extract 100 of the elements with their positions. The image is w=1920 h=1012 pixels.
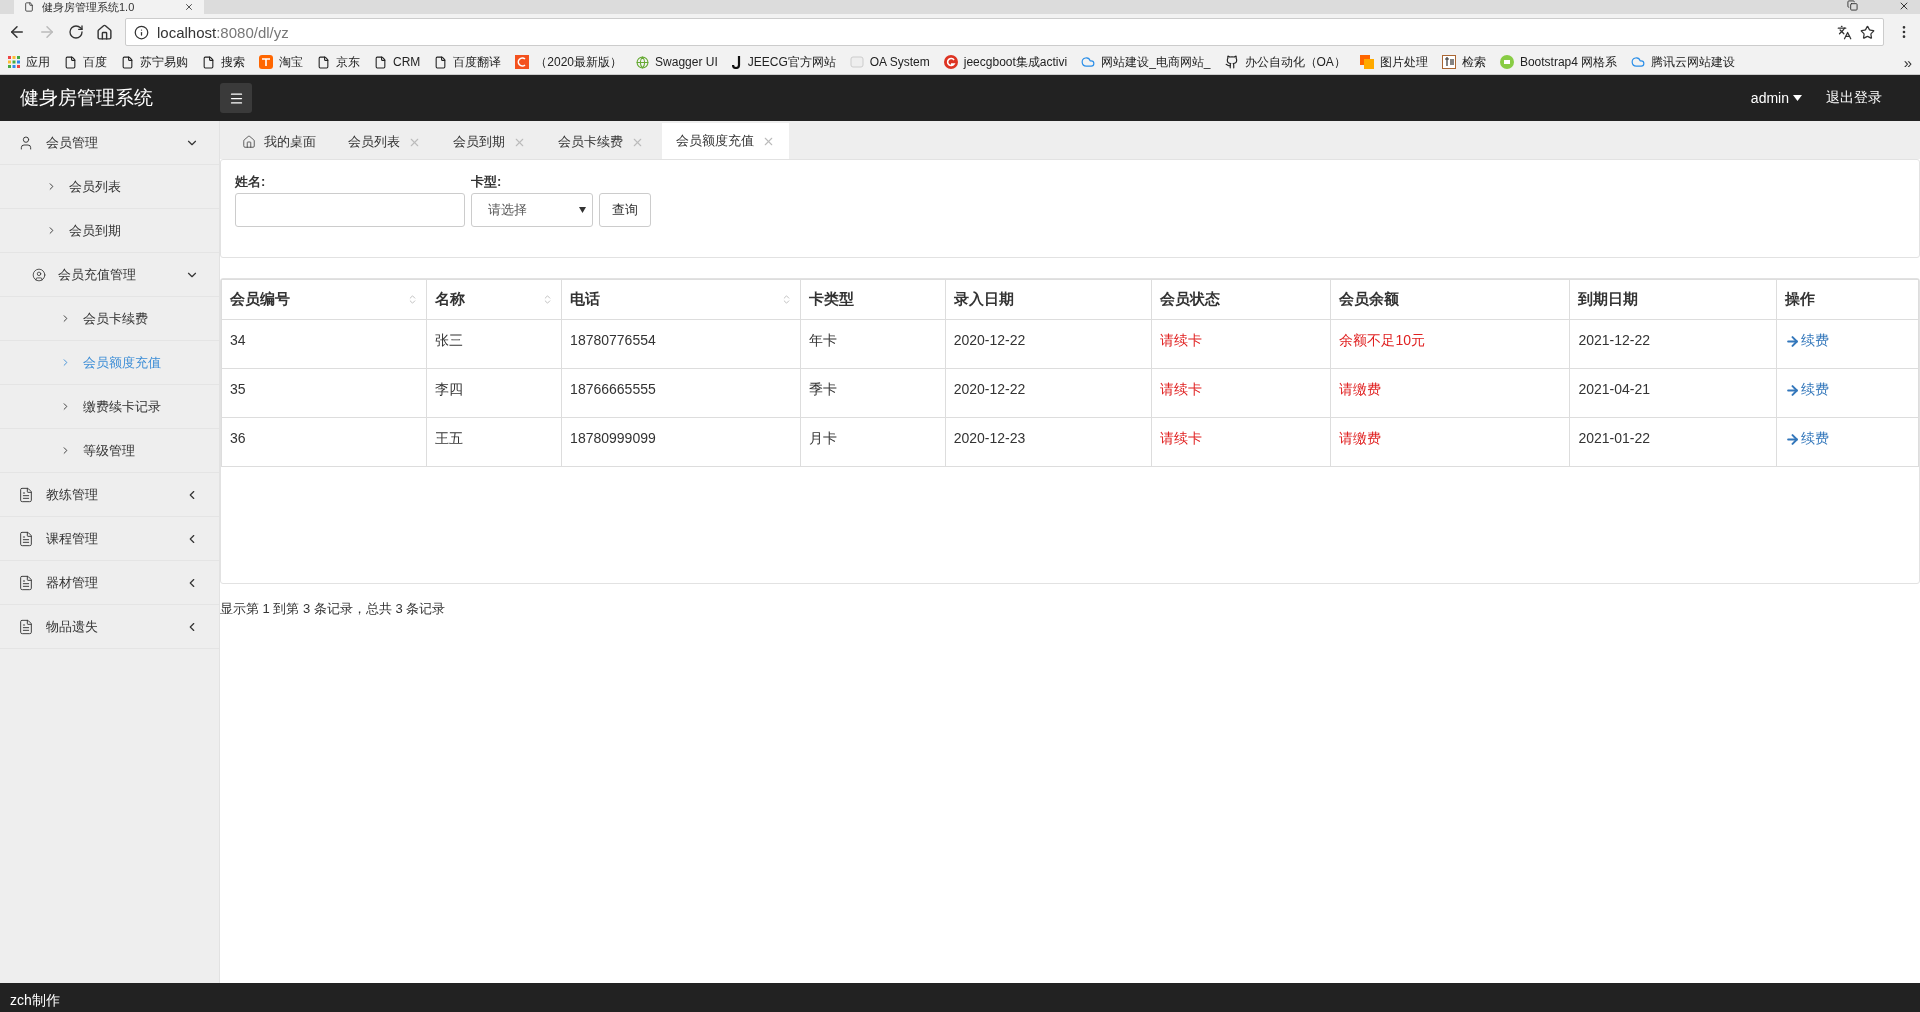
query-button[interactable]: 查询 — [599, 193, 651, 227]
bookmark[interactable]: 应用 — [8, 53, 50, 71]
c-logo-icon — [515, 55, 530, 69]
logout-link[interactable]: 退出登录 — [1826, 89, 1882, 107]
name-input[interactable] — [235, 193, 465, 227]
close-icon[interactable] — [1898, 0, 1910, 12]
field-label: 卡型: — [471, 173, 503, 191]
bookmark[interactable]: 检索 — [1441, 53, 1486, 71]
star-icon[interactable] — [1860, 24, 1875, 40]
restore-icon[interactable] — [1847, 0, 1858, 11]
column-header[interactable]: 名称 — [426, 279, 562, 320]
bookmark[interactable]: 百度翻译 — [434, 53, 502, 71]
bookmark[interactable]: CRM — [374, 55, 421, 69]
menu-button[interactable] — [220, 83, 252, 113]
page-icon — [121, 55, 134, 69]
sidebar-item[interactable]: 缴费续卡记录 — [0, 385, 219, 429]
column-header: 操作 — [1776, 279, 1919, 320]
reload-icon[interactable] — [68, 24, 84, 40]
column-header[interactable]: 电话 — [561, 279, 801, 320]
sidebar-item[interactable]: 会员管理 — [0, 121, 219, 165]
bookmark[interactable]: Bootstrap4 网格系 — [1499, 53, 1618, 71]
table-cell: 请续卡 — [1151, 368, 1331, 418]
sidebar-item[interactable]: 教练管理 — [0, 473, 219, 517]
renew-link[interactable]: 续费 — [1784, 430, 1829, 448]
j-logo-icon — [731, 55, 742, 69]
sidebar-item[interactable]: 等级管理 — [0, 429, 219, 473]
taobao-icon — [259, 55, 273, 69]
page-icon — [374, 55, 387, 69]
user-menu[interactable]: admin — [1750, 90, 1802, 106]
github-icon — [1224, 55, 1239, 69]
table-cell: 2020-12-23 — [945, 417, 1152, 467]
zhi-icon — [1441, 55, 1456, 69]
arrow-right-icon — [1784, 333, 1800, 349]
page-tab[interactable]: 我的桌面 — [228, 125, 330, 159]
bookmark[interactable]: 腾讯云网站建设 — [1631, 53, 1736, 71]
page-tab[interactable]: 会员卡续费 — [544, 125, 658, 159]
page-icon — [64, 55, 77, 69]
column-header: 会员状态 — [1151, 279, 1331, 320]
table-cell: 36 — [221, 417, 427, 467]
sidebar-item[interactable]: 会员卡续费 — [0, 297, 219, 341]
table-cell: 李四 — [426, 368, 562, 418]
bookmark[interactable]: 办公自动化（OA） — [1224, 53, 1346, 71]
table-cell: 年卡 — [800, 319, 946, 369]
table-cell: 34 — [221, 319, 427, 369]
page-tab[interactable]: 会员到期 — [439, 125, 540, 159]
table-cell: 2021-04-21 — [1569, 368, 1777, 418]
table-cell: 请缴费 — [1330, 417, 1570, 467]
globe-icon — [636, 55, 650, 69]
column-header: 到期日期 — [1569, 279, 1777, 320]
sidebar-item[interactable]: 会员到期 — [0, 209, 219, 253]
arrow-right-icon — [1784, 431, 1800, 447]
field-label: 姓名: — [235, 173, 267, 191]
sidebar-item[interactable]: 物品遗失 — [0, 605, 219, 649]
sort-icon — [407, 294, 418, 305]
bookmark[interactable]: 百度 — [64, 53, 107, 71]
table-cell: 请缴费 — [1330, 368, 1570, 418]
renew-link[interactable]: 续费 — [1784, 381, 1829, 399]
table-cell: 张三 — [426, 319, 562, 369]
bookmark[interactable]: （2020最新版） — [515, 53, 623, 71]
info-icon — [134, 24, 149, 40]
caret-icon — [579, 207, 586, 213]
overflow-chevron[interactable]: » — [1903, 53, 1912, 71]
user-icon — [18, 134, 34, 151]
page-tab[interactable]: 会员列表 — [334, 125, 435, 159]
sidebar-item[interactable]: 课程管理 — [0, 517, 219, 561]
browser-tab[interactable]: 健身房管理系统1.0 — [14, 0, 204, 14]
table-cell: 余额不足10元 — [1330, 319, 1570, 369]
column-header[interactable]: 会员编号 — [221, 279, 427, 320]
bookmark[interactable]: jeecgboot集成activi — [943, 53, 1068, 71]
close-icon[interactable] — [184, 2, 194, 12]
translate-icon[interactable] — [1837, 24, 1852, 40]
document-icon — [18, 530, 34, 547]
bookmark[interactable]: 苏宁易购 — [121, 53, 188, 71]
bookmark[interactable]: Swagger UI — [636, 55, 718, 69]
page-tab[interactable]: 会员额度充值 — [662, 123, 789, 159]
back-icon[interactable] — [8, 23, 26, 41]
bookmark[interactable]: JEECG官方网站 — [731, 53, 836, 71]
document-icon — [18, 574, 34, 591]
document-icon — [18, 486, 34, 503]
table-cell: 请续卡 — [1151, 319, 1331, 369]
table-cell: 2020-12-22 — [945, 319, 1152, 369]
card-type-select[interactable]: 请选择 — [471, 193, 593, 227]
arrow-right-icon — [1784, 382, 1800, 398]
home-icon[interactable] — [96, 23, 113, 41]
bookmark[interactable]: 网站建设_电商网站_ — [1081, 53, 1211, 71]
sidebar-item[interactable]: 器材管理 — [0, 561, 219, 605]
renew-link[interactable]: 续费 — [1784, 332, 1829, 350]
image-icon — [1359, 55, 1374, 69]
sidebar-item[interactable]: 会员充值管理 — [0, 253, 219, 297]
bookmark[interactable]: 图片处理 — [1359, 53, 1428, 71]
bookmark[interactable]: 搜索 — [202, 53, 245, 71]
bookmark[interactable]: 淘宝 — [259, 53, 303, 71]
pagination-info: 显示第 1 到第 3 条记录，总共 3 条记录 — [220, 600, 446, 618]
menu-icon — [228, 90, 244, 106]
sidebar-item[interactable]: 会员列表 — [0, 165, 219, 209]
bookmark[interactable]: 京东 — [317, 53, 360, 71]
table-cell: 35 — [221, 368, 427, 418]
bookmark[interactable]: OA System — [849, 55, 930, 69]
address-bar[interactable]: localhost:8080/dl/yz — [125, 18, 1884, 46]
app-title: 健身房管理系统 — [19, 86, 154, 110]
